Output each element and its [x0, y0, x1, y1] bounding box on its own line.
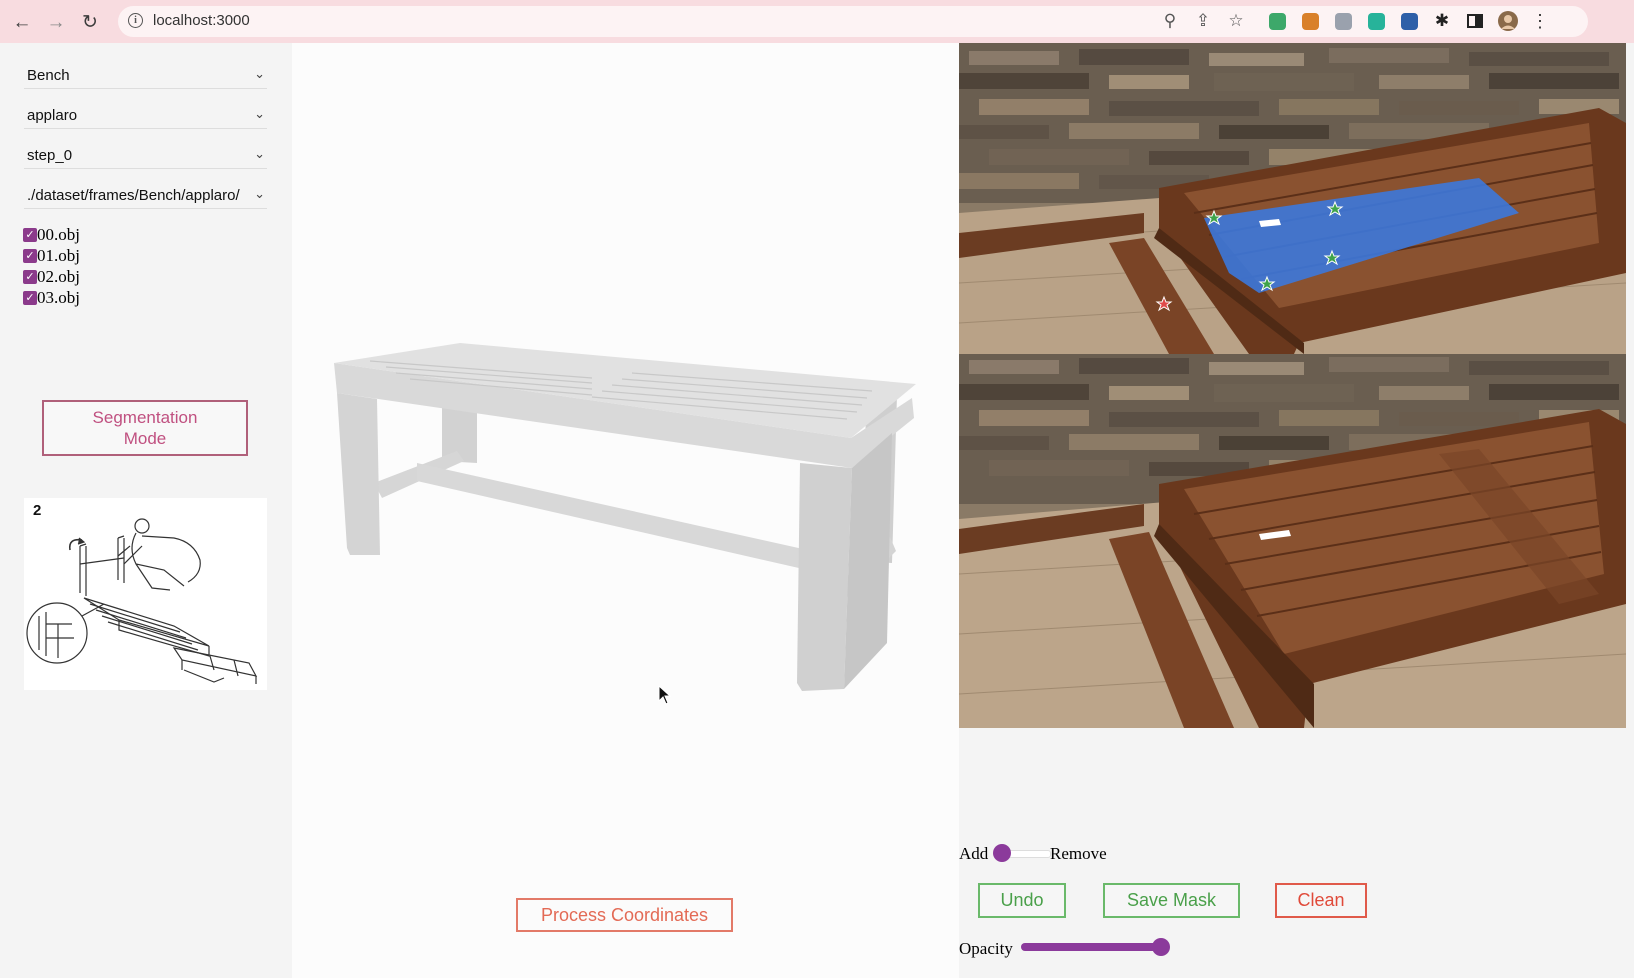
frames-select-value: ./dataset/frames/Bench/applaro/	[27, 187, 240, 204]
reference-photo-drawing	[959, 354, 1626, 728]
object-checkbox-row[interactable]: ✓ 02.obj	[23, 266, 80, 287]
frames-select[interactable]: ./dataset/frames/Bench/applaro/ ⌄	[24, 184, 267, 209]
process-coordinates-button[interactable]: Process Coordinates	[516, 898, 733, 932]
object-label: 01.obj	[37, 245, 80, 265]
extension-green-icon[interactable]	[1265, 9, 1289, 33]
url-text[interactable]: localhost:3000	[153, 12, 250, 29]
left-panel: Bench ⌄ applaro ⌄ step_0 ⌄ ./dataset/fra…	[0, 43, 292, 978]
bench-front-leg	[797, 463, 852, 691]
add-label: Add	[959, 844, 989, 863]
menu-icon[interactable]: ⋮	[1528, 9, 1552, 33]
forward-icon[interactable]: →	[43, 9, 69, 35]
model-select-value: applaro	[27, 107, 78, 124]
extension-megaphone-icon[interactable]	[1298, 9, 1322, 33]
sidebar-icon[interactable]	[1463, 9, 1487, 33]
remove-label: Remove	[1050, 844, 1107, 863]
object-label: 02.obj	[37, 266, 80, 286]
extension-blue-icon[interactable]	[1397, 9, 1421, 33]
checkbox[interactable]: ✓	[23, 290, 37, 305]
back-icon[interactable]: ←	[9, 9, 35, 35]
object-label: 00.obj	[37, 224, 80, 244]
chevron-down-icon: ⌄	[254, 146, 265, 161]
share-icon[interactable]: ⇪	[1191, 9, 1215, 33]
mouse-cursor-icon	[658, 685, 672, 705]
step-select[interactable]: step_0 ⌄	[24, 144, 267, 169]
info-icon[interactable]: i	[128, 13, 143, 28]
undo-button[interactable]: Undo	[978, 883, 1066, 918]
category-select[interactable]: Bench ⌄	[24, 64, 267, 89]
extension-teal-icon[interactable]	[1364, 9, 1388, 33]
bench-long-rail	[417, 463, 812, 571]
object-checkbox-row[interactable]: ✓ 00.obj	[23, 224, 80, 245]
chevron-down-icon: ⌄	[254, 106, 265, 121]
reload-icon[interactable]: ↻	[77, 9, 103, 35]
segmentation-photo[interactable]	[959, 43, 1626, 354]
3d-viewer[interactable]: Process Coordinates	[292, 43, 959, 978]
chevron-down-icon: ⌄	[254, 66, 265, 81]
mode-slider-handle[interactable]	[993, 844, 1011, 862]
assembly-manual-image: 2	[24, 498, 267, 690]
extension-gray-icon[interactable]	[1331, 9, 1355, 33]
add-remove-toggle[interactable]: Add Remove	[959, 839, 1159, 867]
opacity-control: Opacity	[959, 933, 1179, 959]
bench-3d-model[interactable]	[292, 43, 959, 763]
save-mask-button[interactable]: Save Mask	[1103, 883, 1240, 918]
right-panel: Add Remove Undo Save Mask Clean Opacity	[959, 43, 1634, 978]
segmentation-mode-button[interactable]: Segmentation Mode	[42, 400, 248, 456]
opacity-slider-handle[interactable]	[1152, 938, 1170, 956]
model-select[interactable]: applaro ⌄	[24, 104, 267, 129]
zoom-icon[interactable]: ⚲	[1158, 9, 1182, 33]
browser-toolbar: ← → ↻ i localhost:3000 ⚲ ⇪ ☆ ✱ ⋮	[0, 0, 1634, 44]
bookmark-star-icon[interactable]: ☆	[1224, 9, 1248, 33]
object-checkbox-row[interactable]: ✓ 03.obj	[23, 287, 80, 308]
puzzle-icon[interactable]: ✱	[1430, 9, 1454, 33]
checkbox[interactable]: ✓	[23, 248, 37, 263]
object-checkbox-row[interactable]: ✓ 01.obj	[23, 245, 80, 266]
reference-photo	[959, 354, 1626, 728]
step-select-value: step_0	[27, 147, 73, 164]
checkbox[interactable]: ✓	[23, 269, 37, 284]
opacity-label: Opacity	[959, 939, 1013, 958]
opacity-slider-fill	[1021, 943, 1161, 951]
clean-button[interactable]: Clean	[1275, 883, 1367, 918]
bench-front-leg	[337, 393, 380, 555]
segmentation-canvas[interactable]	[959, 43, 1626, 354]
manual-drawing	[26, 518, 258, 684]
object-label: 03.obj	[37, 287, 80, 307]
category-select-value: Bench	[27, 67, 70, 84]
profile-avatar[interactable]	[1496, 9, 1520, 33]
chevron-down-icon: ⌄	[254, 186, 265, 201]
opacity-slider-track[interactable]	[1021, 938, 1170, 956]
checkbox[interactable]: ✓	[23, 227, 37, 242]
